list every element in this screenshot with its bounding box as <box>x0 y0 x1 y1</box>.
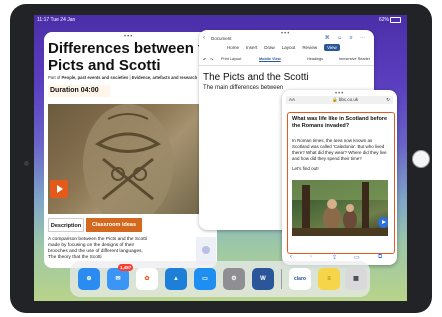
tab-classroom-ideas[interactable]: Classroom ideas <box>86 218 142 232</box>
battery-icon <box>390 17 401 23</box>
undo-icon[interactable]: ↶ <box>203 57 206 62</box>
screen: 11:17 Tue 24 Jan 62% ••• Differences bet… <box>34 15 407 301</box>
mobile-view-button[interactable]: Mobile View <box>259 57 281 61</box>
claro-app-icon[interactable]: claro <box>289 268 311 290</box>
settings-app-icon[interactable]: ⚙ <box>223 268 245 290</box>
bookmarks-icon[interactable]: ▭ <box>354 254 360 261</box>
tab-description[interactable]: Description <box>48 218 84 232</box>
content-card: What was life like in Scotland before th… <box>287 112 395 254</box>
share-icon[interactable]: ⇪ <box>332 254 337 261</box>
dock-divider <box>281 269 282 289</box>
mail-badge: 1,487 <box>118 264 134 271</box>
tab-review[interactable]: Review <box>302 45 317 50</box>
tab-view[interactable]: View <box>324 44 340 51</box>
immersive-reader-button[interactable]: Immersive Reader <box>339 57 370 61</box>
play-button[interactable] <box>50 180 68 198</box>
video-play-button[interactable] <box>378 217 388 228</box>
card-paragraph-2: Let's find out! <box>292 166 319 171</box>
word-ribbon: Home Insert Draw Layout Review View <box>227 44 347 53</box>
reload-icon[interactable]: ↻ <box>386 97 390 103</box>
back-icon[interactable]: ‹ <box>290 254 292 260</box>
tabs-icon[interactable]: ⧉ <box>378 254 382 261</box>
dock: ⊕ ✉ 1,487 ✿ ▲ ▭ ⚙ W claro ≡ ▦ <box>70 261 370 297</box>
tab-home[interactable]: Home <box>227 45 239 50</box>
safari-window[interactable]: ••• AA 🔒 bbc.co.uk ↻ What was life like … <box>282 90 397 265</box>
tab-draw[interactable]: Draw <box>264 45 275 50</box>
headings-button[interactable]: Headings <box>307 57 323 61</box>
home-button[interactable] <box>412 150 430 168</box>
back-icon[interactable]: ‹ <box>203 35 205 41</box>
url-text: 🔒 bbc.co.uk <box>332 97 359 102</box>
video-thumbnail[interactable] <box>292 180 388 236</box>
forward-icon[interactable]: › <box>310 254 312 260</box>
status-bar: 11:17 Tue 24 Jan 62% <box>34 15 407 25</box>
tab-layout[interactable]: Layout <box>282 45 296 50</box>
word-app-icon[interactable]: W <box>252 268 274 290</box>
camera <box>24 161 29 166</box>
print-layout-button[interactable]: Print Layout <box>221 57 241 61</box>
notes-app-icon[interactable]: ≡ <box>318 268 340 290</box>
document-name: Document <box>211 36 232 41</box>
files-app-icon[interactable]: ▭ <box>194 268 216 290</box>
mini-play-icon[interactable] <box>202 246 210 254</box>
safari-app-icon[interactable]: ⊕ <box>78 268 100 290</box>
pictish-stone-image <box>48 104 208 214</box>
app-library-icon[interactable]: ▦ <box>345 268 367 290</box>
document-heading[interactable]: The Picts and the Scotti <box>203 72 309 83</box>
redo-icon[interactable]: ↷ <box>210 57 213 62</box>
keynote-app-icon[interactable]: ▲ <box>165 268 187 290</box>
photos-app-icon[interactable]: ✿ <box>136 268 158 290</box>
status-time: 11:17 Tue 24 Jan <box>37 17 76 23</box>
part-of-link-2[interactable]: Evidence, artefacts and research <box>132 75 197 80</box>
view-toolbar: ↶ ↷ Print Layout Mobile View Headings Im… <box>199 55 374 66</box>
duration-label: Duration 04:00 <box>48 85 110 97</box>
word-toolbar-icons[interactable]: ⌘ ☺ ≡ ⋯ <box>325 35 368 41</box>
reader-options-icon[interactable]: AA <box>289 97 295 102</box>
card-question: What was life like in Scotland before th… <box>292 116 388 129</box>
address-bar[interactable]: AA 🔒 bbc.co.uk ↻ <box>286 96 393 104</box>
word-titlebar: ‹ Document ⌘ ☺ ≡ ⋯ <box>199 34 374 44</box>
battery-percent: 62% <box>378 17 389 23</box>
document-body[interactable]: The main differences between <box>203 85 283 91</box>
part-of-line: Part of People, past events and societie… <box>48 75 198 80</box>
lesson-title: Differences between the Picts and Scotti <box>48 40 217 74</box>
lesson-description: A comparison between the Picts and the S… <box>48 237 147 260</box>
part-of-link[interactable]: People, past events and societies <box>62 75 129 80</box>
mail-app-icon[interactable]: ✉ 1,487 <box>107 264 134 290</box>
tab-insert[interactable]: Insert <box>246 45 257 50</box>
card-paragraph: In Roman times, the area now known as Sc… <box>292 138 387 161</box>
lesson-window[interactable]: ••• Differences between the Picts and Sc… <box>44 32 217 268</box>
